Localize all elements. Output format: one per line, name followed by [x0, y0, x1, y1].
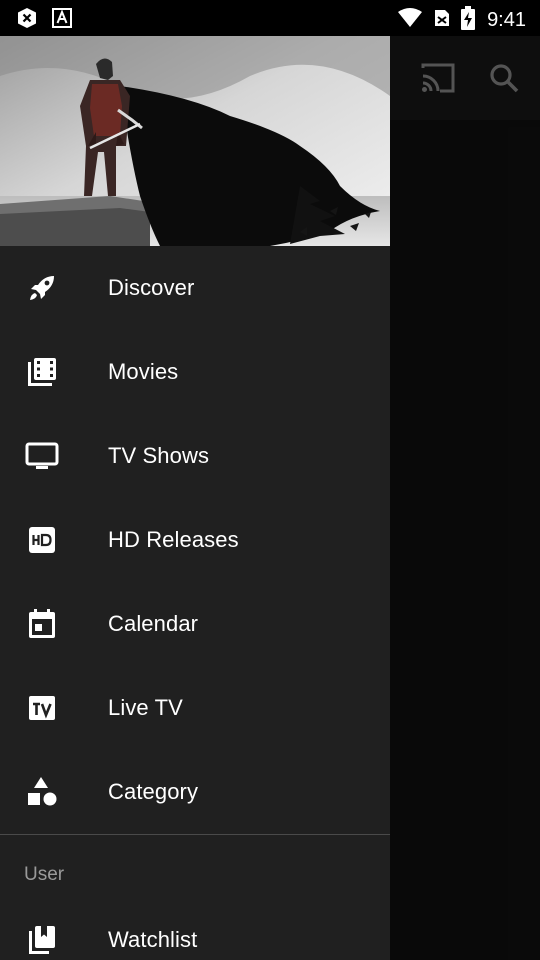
nav-item-calendar[interactable]: Calendar	[0, 582, 390, 666]
nav-item-discover[interactable]: Discover	[0, 246, 390, 330]
nav-item-label: Watchlist	[108, 927, 198, 952]
nav-item-label: HD Releases	[108, 527, 239, 552]
nav-item-hd-releases[interactable]: HD Releases	[0, 498, 390, 582]
hd-icon	[24, 522, 60, 558]
status-bar: 9:41	[0, 0, 540, 36]
font-icon	[52, 7, 72, 34]
tv-icon	[24, 438, 60, 474]
nav-item-tv-shows[interactable]: TV Shows	[0, 414, 390, 498]
nav-item-label: Calendar	[108, 611, 199, 636]
navigation-drawer: Discover Movies TV Shows HD Releases Cal…	[0, 36, 390, 960]
close-circle-icon	[16, 7, 38, 34]
shapes-icon	[24, 774, 60, 810]
rocket-icon	[24, 270, 60, 306]
no-sim-icon	[431, 7, 453, 34]
nav-item-label: Movies	[108, 359, 179, 384]
nav-item-label: Live TV	[108, 695, 183, 720]
movie-roll-icon	[24, 354, 60, 390]
battery-charging-icon	[461, 6, 476, 35]
background-app	[390, 36, 540, 960]
wifi-icon	[397, 7, 423, 34]
nav-item-label: TV Shows	[108, 443, 210, 468]
nav-item-live-tv[interactable]: Live TV	[0, 666, 390, 750]
nav-list: Discover Movies TV Shows HD Releases Cal…	[0, 246, 390, 960]
status-bar-right: 9:41	[397, 6, 526, 35]
status-bar-left	[16, 7, 72, 34]
calendar-icon	[24, 606, 60, 642]
nav-item-watchlist[interactable]: Watchlist	[0, 898, 390, 960]
bookmark-multiple-icon	[24, 922, 60, 958]
drawer-header-image	[0, 36, 390, 246]
clock: 9:41	[487, 9, 526, 31]
live-tv-icon	[24, 690, 60, 726]
nav-item-label: Discover	[108, 275, 195, 300]
drawer-scrim[interactable]	[390, 36, 540, 960]
nav-item-category[interactable]: Category	[0, 750, 390, 834]
nav-item-label: Category	[108, 779, 199, 804]
nav-item-movies[interactable]: Movies	[0, 330, 390, 414]
